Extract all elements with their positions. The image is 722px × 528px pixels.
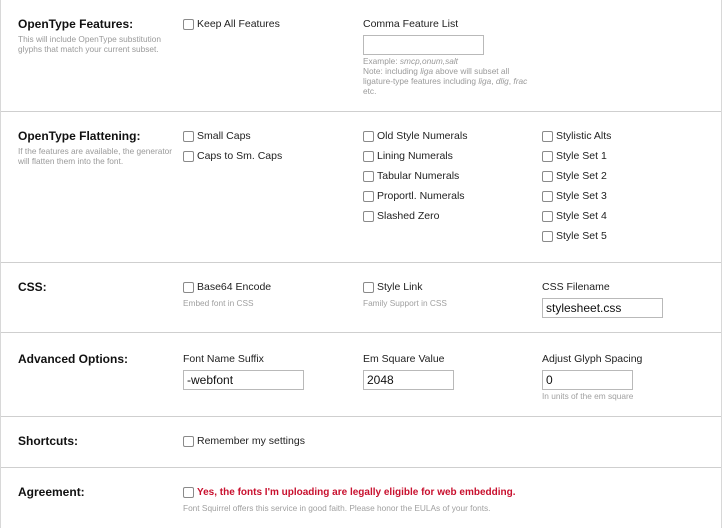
tabular-numerals-checkbox[interactable]: Tabular Numerals bbox=[363, 169, 459, 183]
checkbox-box[interactable] bbox=[363, 150, 374, 162]
checkbox-box[interactable] bbox=[363, 210, 374, 222]
checkbox-box[interactable] bbox=[363, 170, 374, 182]
agreement-sub: Font Squirrel offers this service in goo… bbox=[183, 503, 491, 513]
checkbox-box[interactable] bbox=[542, 150, 553, 162]
checkbox-label: Style Set 3 bbox=[556, 190, 607, 202]
checkbox-label: Small Caps bbox=[197, 130, 251, 142]
checkbox-label: Tabular Numerals bbox=[377, 170, 460, 182]
checkbox-label: Proportl. Numerals bbox=[377, 190, 465, 202]
comma-feature-list-input[interactable] bbox=[363, 35, 484, 55]
checkbox-label: Lining Numerals bbox=[377, 150, 453, 162]
remember-settings-checkbox[interactable]: Remember my settings bbox=[183, 434, 305, 448]
advanced-options-title: Advanced Options: bbox=[18, 352, 129, 366]
checkbox-box[interactable] bbox=[542, 190, 553, 202]
opentype-features-title: OpenType Features: bbox=[18, 17, 134, 31]
checkbox-box[interactable] bbox=[542, 170, 553, 182]
checkbox-label: Style Set 5 bbox=[556, 230, 607, 242]
comma-feature-list-note: Example: smcp,onum,salt Note: including … bbox=[363, 56, 528, 96]
comma-feature-list-label: Comma Feature List bbox=[363, 18, 459, 30]
css-filename-label: CSS Filename bbox=[542, 281, 610, 293]
opentype-features-help: This will include OpenType substitution … bbox=[18, 34, 161, 54]
checkbox-label: Style Set 4 bbox=[556, 210, 607, 222]
checkbox-label: Base64 Encode bbox=[197, 281, 272, 293]
checkbox-box[interactable] bbox=[542, 210, 553, 222]
adjust-glyph-spacing-input[interactable]: 0 bbox=[542, 370, 633, 390]
style-link-sub: Family Support in CSS bbox=[363, 298, 447, 308]
checkbox-box[interactable] bbox=[183, 18, 194, 30]
em-square-value-label: Em Square Value bbox=[363, 353, 445, 365]
checkbox-label: Style Set 1 bbox=[556, 150, 607, 162]
section-divider bbox=[1, 467, 721, 468]
checkbox-label: Slashed Zero bbox=[377, 210, 440, 222]
checkbox-label: Style Set 2 bbox=[556, 170, 607, 182]
adjust-glyph-spacing-label: Adjust Glyph Spacing bbox=[542, 353, 643, 365]
section-divider bbox=[1, 332, 721, 333]
checkbox-box[interactable] bbox=[183, 486, 194, 498]
section-divider bbox=[1, 111, 721, 112]
keep-all-features-label: Keep All Features bbox=[197, 18, 280, 30]
section-divider bbox=[1, 262, 721, 263]
font-name-suffix-input[interactable]: -webfont bbox=[183, 370, 304, 390]
keep-all-features-checkbox[interactable]: Keep All Features bbox=[183, 17, 280, 31]
base64-encode-sub: Embed font in CSS bbox=[183, 298, 254, 308]
lining-numerals-checkbox[interactable]: Lining Numerals bbox=[363, 149, 453, 163]
style-set-3-checkbox[interactable]: Style Set 3 bbox=[542, 189, 607, 203]
adjust-glyph-spacing-sub: In units of the em square bbox=[542, 391, 634, 401]
opentype-flattening-help: If the features are available, the gener… bbox=[18, 146, 173, 166]
checkbox-label: Stylistic Alts bbox=[556, 130, 612, 142]
checkbox-box[interactable] bbox=[542, 130, 553, 142]
em-square-value-input[interactable]: 2048 bbox=[363, 370, 454, 390]
checkbox-label: Style Link bbox=[377, 281, 423, 293]
small-caps-checkbox[interactable]: Small Caps bbox=[183, 129, 251, 143]
stylistic-alts-checkbox[interactable]: Stylistic Alts bbox=[542, 129, 611, 143]
style-set-1-checkbox[interactable]: Style Set 1 bbox=[542, 149, 607, 163]
opentype-flattening-title: OpenType Flattening: bbox=[18, 129, 141, 143]
agreement-title: Agreement: bbox=[18, 485, 85, 499]
checkbox-box[interactable] bbox=[363, 281, 374, 293]
css-title: CSS: bbox=[18, 280, 47, 294]
agreement-checkbox[interactable]: Yes, the fonts I'm uploading are legally… bbox=[183, 485, 516, 499]
checkbox-box[interactable] bbox=[363, 130, 374, 142]
shortcuts-title: Shortcuts: bbox=[18, 434, 78, 448]
old-style-numerals-checkbox[interactable]: Old Style Numerals bbox=[363, 129, 467, 143]
checkbox-box[interactable] bbox=[183, 281, 194, 293]
style-set-4-checkbox[interactable]: Style Set 4 bbox=[542, 209, 607, 223]
css-filename-input[interactable]: stylesheet.css bbox=[542, 298, 663, 318]
checkbox-label: Old Style Numerals bbox=[377, 130, 468, 142]
caps-to-small-caps-checkbox[interactable]: Caps to Sm. Caps bbox=[183, 149, 282, 163]
checkbox-box[interactable] bbox=[363, 190, 374, 202]
agreement-label: Yes, the fonts I'm uploading are legally… bbox=[197, 486, 516, 498]
generator-options-panel: OpenType Features: This will include Ope… bbox=[0, 0, 722, 528]
style-link-checkbox[interactable]: Style Link bbox=[363, 280, 423, 294]
checkbox-box[interactable] bbox=[183, 150, 194, 162]
font-name-suffix-label: Font Name Suffix bbox=[183, 353, 264, 365]
checkbox-box[interactable] bbox=[183, 435, 194, 447]
checkbox-label: Caps to Sm. Caps bbox=[197, 150, 283, 162]
base64-encode-checkbox[interactable]: Base64 Encode bbox=[183, 280, 271, 294]
checkbox-box[interactable] bbox=[542, 230, 553, 242]
slashed-zero-checkbox[interactable]: Slashed Zero bbox=[363, 209, 439, 223]
proportional-numerals-checkbox[interactable]: Proportl. Numerals bbox=[363, 189, 465, 203]
section-divider bbox=[1, 416, 721, 417]
style-set-5-checkbox[interactable]: Style Set 5 bbox=[542, 229, 607, 243]
style-set-2-checkbox[interactable]: Style Set 2 bbox=[542, 169, 607, 183]
checkbox-box[interactable] bbox=[183, 130, 194, 142]
checkbox-label: Remember my settings bbox=[197, 435, 305, 447]
